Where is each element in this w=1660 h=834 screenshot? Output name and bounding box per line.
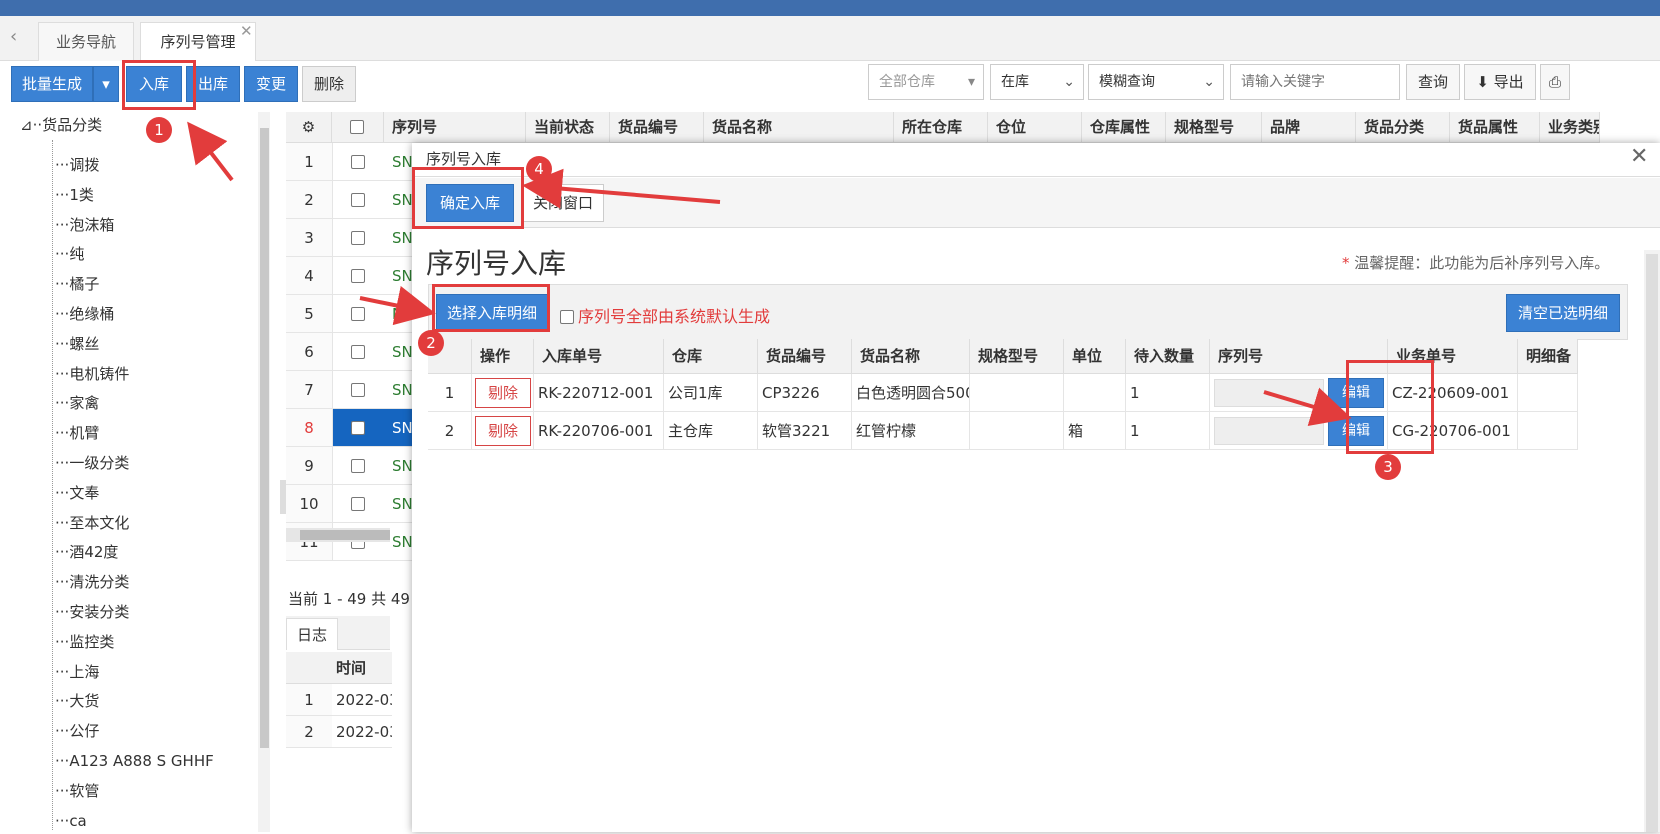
arrow-1 [187, 121, 234, 182]
annotation-arrows [187, 121, 1352, 426]
arrow-4 [522, 168, 721, 209]
arrow-3 [1263, 387, 1352, 426]
arrow-2 [359, 285, 436, 326]
